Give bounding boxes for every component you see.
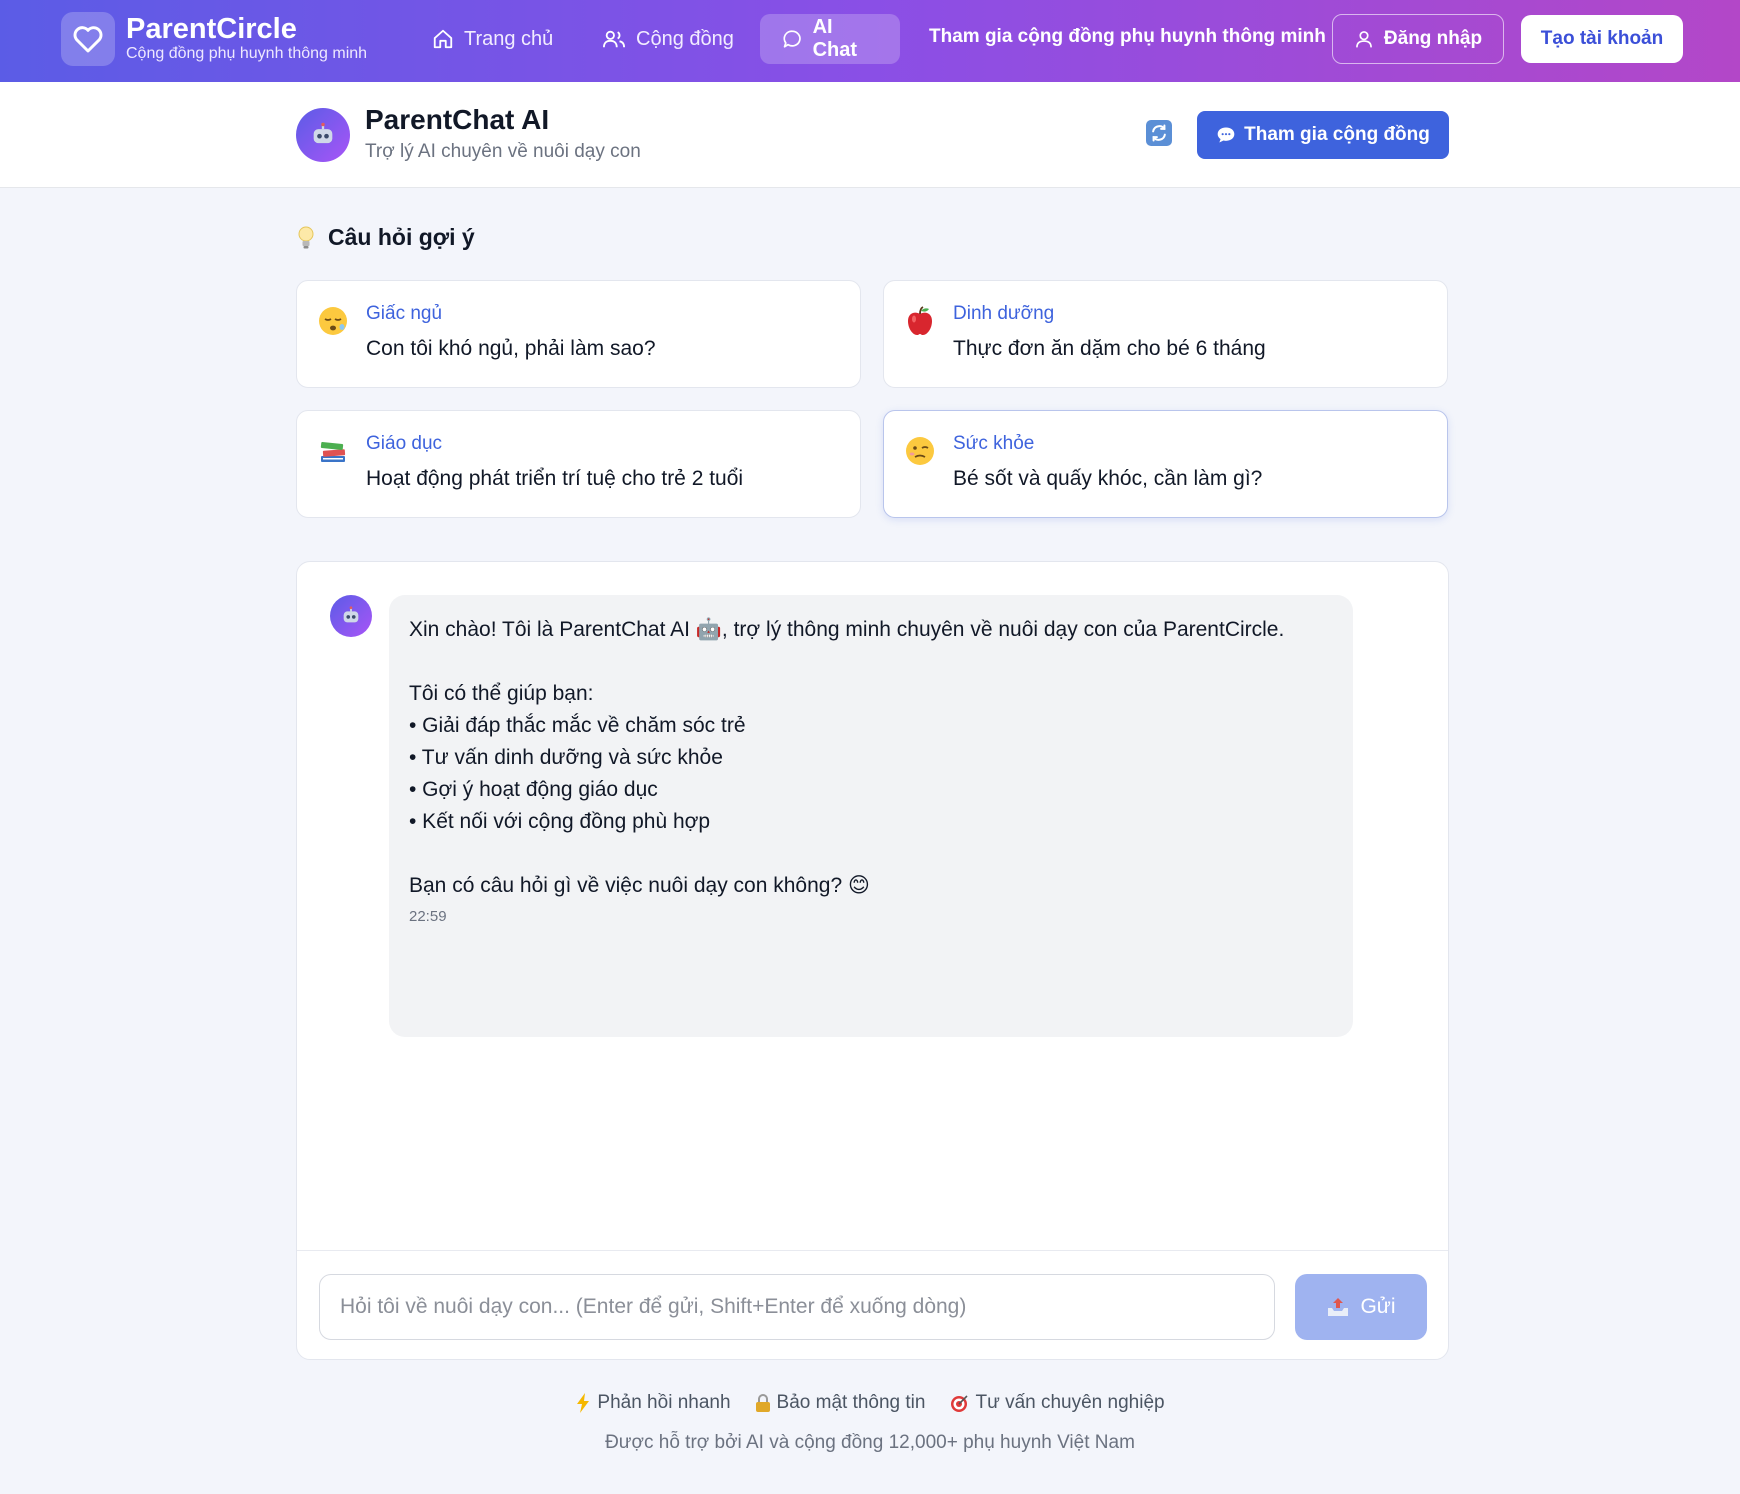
- user-icon: [1355, 31, 1372, 48]
- join-community-label: Tham gia cộng đồng: [1244, 124, 1430, 145]
- brand-name[interactable]: ParentCircle: [126, 13, 297, 46]
- apple-icon: [908, 306, 932, 335]
- suggestion-card-sleep[interactable]: Giấc ngủ Con tôi khó ngủ, phải làm sao?: [296, 280, 861, 388]
- chat-bubble-icon: [783, 30, 801, 48]
- users-icon: [603, 30, 625, 48]
- suggestions-heading-label: Câu hỏi gợi ý: [328, 224, 475, 250]
- feverish-face-icon: [906, 437, 934, 465]
- outbox-tray-icon: [1328, 1298, 1349, 1316]
- feature-security: Bảo mật thông tin: [755, 1392, 926, 1414]
- suggestion-category: Giấc ngủ: [366, 303, 443, 324]
- send-button-label: Gửi: [1360, 1295, 1396, 1318]
- nav-ai-chat-link[interactable]: AI Chat: [760, 14, 900, 64]
- bot-message-text: Xin chào! Tôi là ParentChat AI 🤖, trợ lý…: [409, 618, 1285, 897]
- feature-label: Tư vấn chuyên nghiệp: [975, 1392, 1165, 1413]
- refresh-icon[interactable]: [1146, 120, 1172, 146]
- chat-subtitle: Trợ lý AI chuyên về nuôi dạy con: [365, 141, 641, 162]
- nav-ai-chat-label: AI Chat: [812, 16, 858, 61]
- suggestion-card-education[interactable]: Giáo dục Hoạt động phát triển trí tuệ ch…: [296, 410, 861, 518]
- feature-expert: Tư vấn chuyên nghiệp: [949, 1392, 1165, 1414]
- suggestions-heading: Câu hỏi gợi ý: [296, 224, 475, 251]
- brand-tagline: Cộng đồng phụ huynh thông minh: [126, 45, 368, 62]
- suggestion-question: Hoạt động phát triển trí tuệ cho trẻ 2 t…: [366, 467, 744, 490]
- chat-panel: Xin chào! Tôi là ParentChat AI 🤖, trợ lý…: [296, 561, 1449, 1360]
- nav-home-link[interactable]: Trang chủ: [410, 14, 575, 64]
- suggestion-category: Giáo dục: [366, 433, 443, 454]
- suggestion-category: Sức khỏe: [953, 433, 1035, 454]
- nav-slogan: Tham gia cộng đồng phụ huynh thông minh: [929, 26, 1326, 47]
- feature-fast: Phản hồi nhanh: [575, 1392, 731, 1414]
- footer-note: Được hỗ trợ bởi AI và cộng đồng 12,000+ …: [605, 1432, 1135, 1453]
- suggestion-question: Bé sốt và quấy khóc, cần làm gì?: [953, 467, 1263, 490]
- nav-community-link[interactable]: Cộng đồng: [580, 14, 756, 64]
- signup-button[interactable]: Tạo tài khoản: [1521, 15, 1683, 63]
- heart-logo-icon[interactable]: [61, 12, 115, 66]
- light-bulb-icon: [298, 226, 314, 248]
- feature-label: Bảo mật thông tin: [776, 1392, 926, 1413]
- bot-message-bubble: Xin chào! Tôi là ParentChat AI 🤖, trợ lý…: [389, 595, 1353, 1037]
- speech-balloon-icon: [1217, 127, 1235, 143]
- lightning-icon: [577, 1393, 590, 1413]
- robot-icon: [313, 122, 333, 144]
- suggestion-question: Con tôi khó ngủ, phải làm sao?: [366, 337, 656, 360]
- home-icon: [433, 29, 453, 49]
- chat-header: ParentChat AI Trợ lý AI chuyên về nuôi d…: [0, 82, 1740, 188]
- message-timestamp: 22:59: [409, 908, 447, 925]
- top-navbar: ParentCircle Cộng đồng phụ huynh thông m…: [0, 0, 1740, 82]
- suggestion-category: Dinh dưỡng: [953, 303, 1055, 324]
- feature-label: Phản hồi nhanh: [597, 1392, 731, 1413]
- login-button-label: Đăng nhập: [1383, 28, 1483, 49]
- suggestion-question: Thực đơn ăn dặm cho bé 6 tháng: [953, 337, 1266, 360]
- join-community-button[interactable]: Tham gia cộng đồng: [1197, 111, 1449, 159]
- nav-community-label: Cộng đồng: [636, 27, 734, 50]
- login-button[interactable]: Đăng nhập: [1332, 14, 1504, 64]
- books-icon: [320, 441, 346, 462]
- chat-input[interactable]: [319, 1274, 1275, 1340]
- suggestion-card-nutrition[interactable]: Dinh dưỡng Thực đơn ăn dặm cho bé 6 thán…: [883, 280, 1448, 388]
- sleepy-face-icon: [319, 307, 347, 335]
- input-divider: [297, 1250, 1448, 1251]
- suggestion-card-health[interactable]: Sức khỏe Bé sốt và quấy khóc, cần làm gì…: [883, 410, 1448, 518]
- lock-icon: [755, 1394, 770, 1412]
- bot-message-avatar: [330, 595, 372, 637]
- bot-avatar: [296, 108, 350, 162]
- chat-title: ParentChat AI: [365, 104, 550, 135]
- nav-home-label: Trang chủ: [464, 27, 554, 50]
- signup-button-label: Tạo tài khoản: [1540, 28, 1664, 49]
- send-button[interactable]: Gửi: [1295, 1274, 1427, 1340]
- robot-icon: [343, 606, 359, 623]
- target-icon: [951, 1395, 969, 1412]
- feature-list: Phản hồi nhanh Bảo mật thông tin Tư vấn …: [0, 1392, 1740, 1414]
